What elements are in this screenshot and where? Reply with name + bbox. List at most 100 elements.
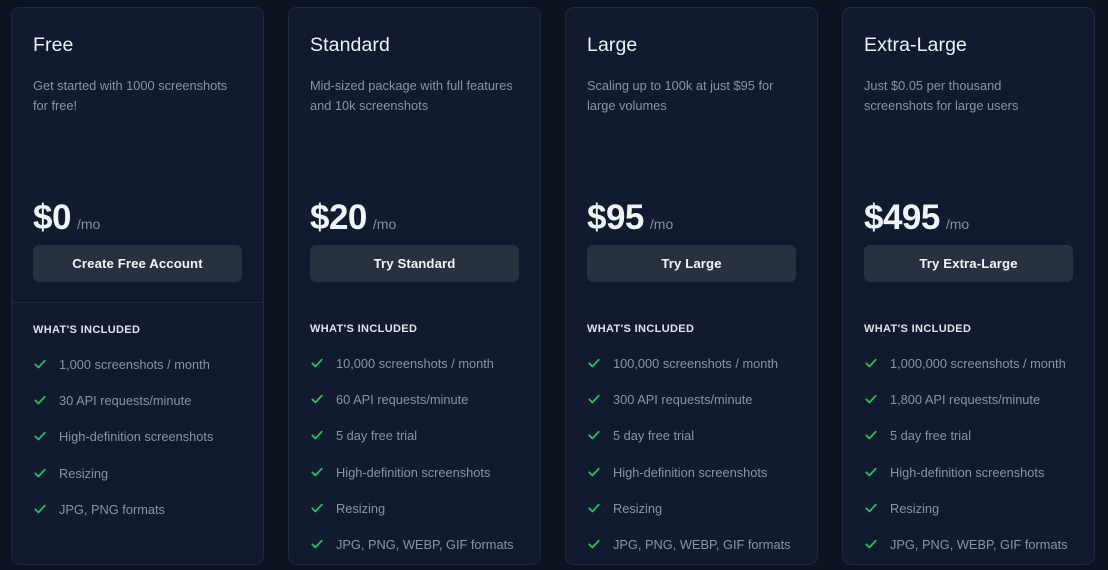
check-icon bbox=[33, 393, 47, 407]
feature-item: Resizing bbox=[587, 499, 796, 518]
feature-item: High-definition screenshots bbox=[587, 463, 796, 482]
feature-item: JPG, PNG formats bbox=[33, 500, 242, 519]
feature-label: JPG, PNG, WEBP, GIF formats bbox=[613, 536, 791, 552]
check-icon bbox=[864, 356, 878, 370]
feature-label: 300 API requests/minute bbox=[613, 392, 753, 408]
feature-item: JPG, PNG, WEBP, GIF formats bbox=[587, 535, 796, 554]
feature-label: 100,000 screenshots / month bbox=[613, 356, 779, 371]
plan-cta-wrapper: Try Extra-Large bbox=[843, 245, 1094, 282]
plan-price: $20 bbox=[310, 198, 367, 237]
feature-item: 1,000 screenshots / month bbox=[33, 355, 242, 374]
plan-price-period: /mo bbox=[649, 216, 674, 232]
feature-item: 60 API requests/minute bbox=[310, 390, 519, 409]
plan-features-section: WHAT'S INCLUDED 100,000 screenshots / mon… bbox=[566, 302, 817, 564]
plan-title: Standard bbox=[310, 34, 390, 56]
check-icon bbox=[864, 428, 878, 442]
feature-label: 5 day free trial bbox=[613, 428, 695, 444]
check-icon bbox=[587, 392, 601, 406]
check-icon bbox=[587, 465, 601, 479]
plan-card-header: Extra-Large Just $0.05 per thousand scree… bbox=[843, 8, 1094, 269]
whats-included-label: WHAT'S INCLUDED bbox=[310, 323, 418, 335]
feature-label: Resizing bbox=[336, 500, 386, 516]
feature-item: 10,000 screenshots / month bbox=[310, 354, 519, 373]
plan-description: Just $0.05 per thousand screenshots for … bbox=[864, 78, 1019, 113]
plan-card-header: Standard Mid-sized package with full feat… bbox=[289, 8, 540, 269]
check-icon bbox=[587, 537, 601, 551]
plan-title: Large bbox=[587, 34, 638, 56]
feature-item: High-definition screenshots bbox=[310, 463, 519, 482]
check-icon bbox=[864, 465, 878, 479]
feature-label: Resizing bbox=[890, 500, 940, 516]
check-icon bbox=[864, 537, 878, 551]
plan-title: Extra-Large bbox=[864, 34, 967, 56]
feature-label: 1,000,000 screenshots / month bbox=[890, 356, 1066, 371]
plan-features-section: WHAT'S INCLUDED 1,000,000 screenshots / m… bbox=[843, 302, 1094, 564]
plan-features-section: WHAT'S INCLUDED 1,000 screenshots / month… bbox=[12, 303, 263, 564]
plan-features-section: WHAT'S INCLUDED 10,000 screenshots / mont… bbox=[289, 302, 540, 564]
plan-card: Standard Mid-sized package with full feat… bbox=[288, 7, 541, 565]
plan-cta-button[interactable]: Create Free Account bbox=[33, 245, 242, 282]
feature-item: Resizing bbox=[864, 499, 1073, 518]
plan-card-header: Free Get started with 1000 screenshots fo… bbox=[12, 8, 263, 269]
feature-item: 5 day free trial bbox=[587, 426, 796, 445]
feature-item: 1,800 API requests/minute bbox=[864, 390, 1073, 409]
check-icon bbox=[310, 392, 324, 406]
check-icon bbox=[33, 357, 47, 371]
feature-item: 5 day free trial bbox=[864, 426, 1073, 445]
feature-item: 5 day free trial bbox=[310, 426, 519, 445]
feature-label: JPG, PNG, WEBP, GIF formats bbox=[336, 536, 514, 552]
plan-price: $495 bbox=[864, 198, 940, 237]
feature-list: 10,000 screenshots / month 60 API request… bbox=[310, 354, 519, 554]
plan-description: Scaling up to 100k at just $95 for large… bbox=[587, 78, 774, 113]
feature-item: Resizing bbox=[33, 464, 242, 483]
plan-cta-button[interactable]: Try Extra-Large bbox=[864, 245, 1073, 282]
feature-list: 1,000,000 screenshots / month 1,800 API r… bbox=[864, 354, 1073, 554]
plan-price-period: /mo bbox=[76, 216, 101, 232]
plan-cta-wrapper: Create Free Account bbox=[12, 245, 263, 282]
plan-cta-wrapper: Try Large bbox=[566, 245, 817, 282]
pricing-plans-grid: Free Get started with 1000 screenshots fo… bbox=[0, 0, 1108, 570]
feature-label: JPG, PNG formats bbox=[59, 501, 165, 517]
feature-label: 5 day free trial bbox=[336, 428, 418, 444]
plan-title: Free bbox=[33, 34, 74, 56]
feature-item: 1,000,000 screenshots / month bbox=[864, 354, 1073, 373]
feature-label: 10,000 screenshots / month bbox=[336, 356, 494, 371]
plan-cta-button[interactable]: Try Standard bbox=[310, 245, 519, 282]
feature-label: High-definition screenshots bbox=[613, 464, 768, 480]
feature-label: 1,800 API requests/minute bbox=[890, 392, 1041, 408]
check-icon bbox=[864, 392, 878, 406]
feature-label: Resizing bbox=[59, 465, 109, 481]
plan-price-period: /mo bbox=[372, 216, 397, 232]
feature-label: High-definition screenshots bbox=[59, 429, 214, 445]
plan-price: $95 bbox=[587, 198, 644, 237]
feature-label: 30 API requests/minute bbox=[59, 393, 192, 409]
feature-item: JPG, PNG, WEBP, GIF formats bbox=[310, 535, 519, 554]
check-icon bbox=[310, 537, 324, 551]
feature-item: 100,000 screenshots / month bbox=[587, 354, 796, 373]
feature-list: 100,000 screenshots / month 300 API reque… bbox=[587, 354, 796, 554]
check-icon bbox=[864, 501, 878, 515]
plan-price-period: /mo bbox=[945, 216, 970, 232]
feature-item: Resizing bbox=[310, 499, 519, 518]
feature-item: High-definition screenshots bbox=[864, 463, 1073, 482]
plan-price: $0 bbox=[33, 198, 71, 237]
feature-item: JPG, PNG, WEBP, GIF formats bbox=[864, 535, 1073, 554]
check-icon bbox=[310, 501, 324, 515]
feature-item: 30 API requests/minute bbox=[33, 391, 242, 410]
feature-label: 1,000 screenshots / month bbox=[59, 357, 210, 372]
feature-item: High-definition screenshots bbox=[33, 427, 242, 446]
feature-item: 300 API requests/minute bbox=[587, 390, 796, 409]
feature-label: High-definition screenshots bbox=[336, 464, 491, 480]
whats-included-label: WHAT'S INCLUDED bbox=[864, 323, 972, 335]
plan-description: Get started with 1000 screenshots for fr… bbox=[33, 78, 228, 113]
check-icon bbox=[587, 501, 601, 515]
feature-label: High-definition screenshots bbox=[890, 464, 1045, 480]
feature-label: 60 API requests/minute bbox=[336, 392, 469, 408]
plan-card: Extra-Large Just $0.05 per thousand scree… bbox=[842, 7, 1095, 565]
check-icon bbox=[33, 502, 47, 516]
plan-cta-button[interactable]: Try Large bbox=[587, 245, 796, 282]
feature-list: 1,000 screenshots / month 30 API requests… bbox=[33, 355, 242, 519]
plan-card: Free Get started with 1000 screenshots fo… bbox=[11, 7, 264, 565]
check-icon bbox=[310, 428, 324, 442]
check-icon bbox=[33, 466, 47, 480]
